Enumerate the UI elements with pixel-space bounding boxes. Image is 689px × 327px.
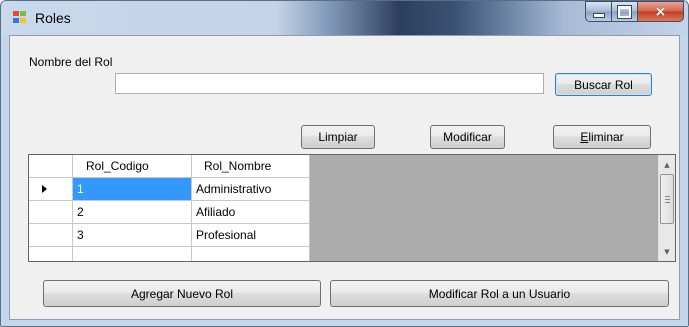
agregar-nuevo-rol-button[interactable]: Agregar Nuevo Rol (43, 280, 321, 307)
current-row-arrow-icon (42, 185, 47, 193)
eliminar-rest: liminar (588, 130, 624, 144)
grid-cell-partial[interactable] (73, 247, 192, 261)
grid-cell-codigo[interactable]: 3 (73, 224, 192, 247)
window-title: Roles (35, 10, 71, 26)
grid-cell-nombre[interactable]: Afiliado (192, 201, 310, 224)
grip-icon (664, 195, 670, 203)
grid-cell-codigo[interactable]: 1 (73, 178, 192, 201)
windows-form-icon (13, 11, 27, 24)
title-bar[interactable]: Roles × (1, 1, 688, 35)
roles-window: Roles × Nombre del Rol Buscar Rol Limpia… (0, 0, 689, 327)
column-header-rol-nombre[interactable]: Rol_Nombre (192, 155, 310, 178)
column-header-rol-codigo[interactable]: Rol_Codigo (73, 155, 192, 178)
scroll-up-arrow-icon[interactable]: ▲ (659, 156, 675, 173)
modificar-rol-usuario-button[interactable]: Modificar Rol a un Usuario (330, 280, 669, 307)
row-header[interactable] (29, 201, 73, 224)
grid-vertical-scrollbar[interactable]: ▲ ▼ (658, 155, 675, 261)
modificar-button[interactable]: Modificar (430, 125, 505, 149)
row-header[interactable] (29, 178, 73, 201)
maximize-button[interactable] (612, 1, 638, 22)
nombre-rol-label: Nombre del Rol (29, 55, 113, 69)
buscar-rol-button[interactable]: Buscar Rol (555, 73, 652, 96)
form-client-area: Nombre del Rol Buscar Rol Limpiar Modifi… (9, 35, 680, 320)
eliminar-mnemonic: E (580, 130, 589, 144)
grid-corner-header[interactable] (29, 155, 73, 178)
nombre-rol-input[interactable] (115, 73, 544, 94)
maximize-icon (617, 4, 632, 19)
grid-cell-nombre[interactable]: Administrativo (192, 178, 310, 201)
scrollbar-thumb[interactable] (660, 174, 674, 224)
row-header[interactable] (29, 224, 73, 247)
minimize-button[interactable] (585, 1, 612, 22)
grid-cell-codigo[interactable]: 2 (73, 201, 192, 224)
close-button[interactable]: × (638, 1, 684, 22)
limpiar-button[interactable]: Limpiar (301, 125, 375, 149)
window-controls: × (585, 1, 684, 22)
grid-cell-nombre[interactable]: Profesional (192, 224, 310, 247)
close-icon: × (654, 3, 667, 20)
scroll-down-arrow-icon[interactable]: ▼ (659, 243, 675, 260)
minimize-icon (592, 12, 605, 18)
roles-grid[interactable]: Rol_Codigo Rol_Nombre 1 Administrativo 2… (28, 154, 676, 262)
row-header[interactable] (29, 247, 73, 261)
grid-cell-partial[interactable] (192, 247, 310, 261)
eliminar-button[interactable]: Eliminar (553, 125, 651, 149)
